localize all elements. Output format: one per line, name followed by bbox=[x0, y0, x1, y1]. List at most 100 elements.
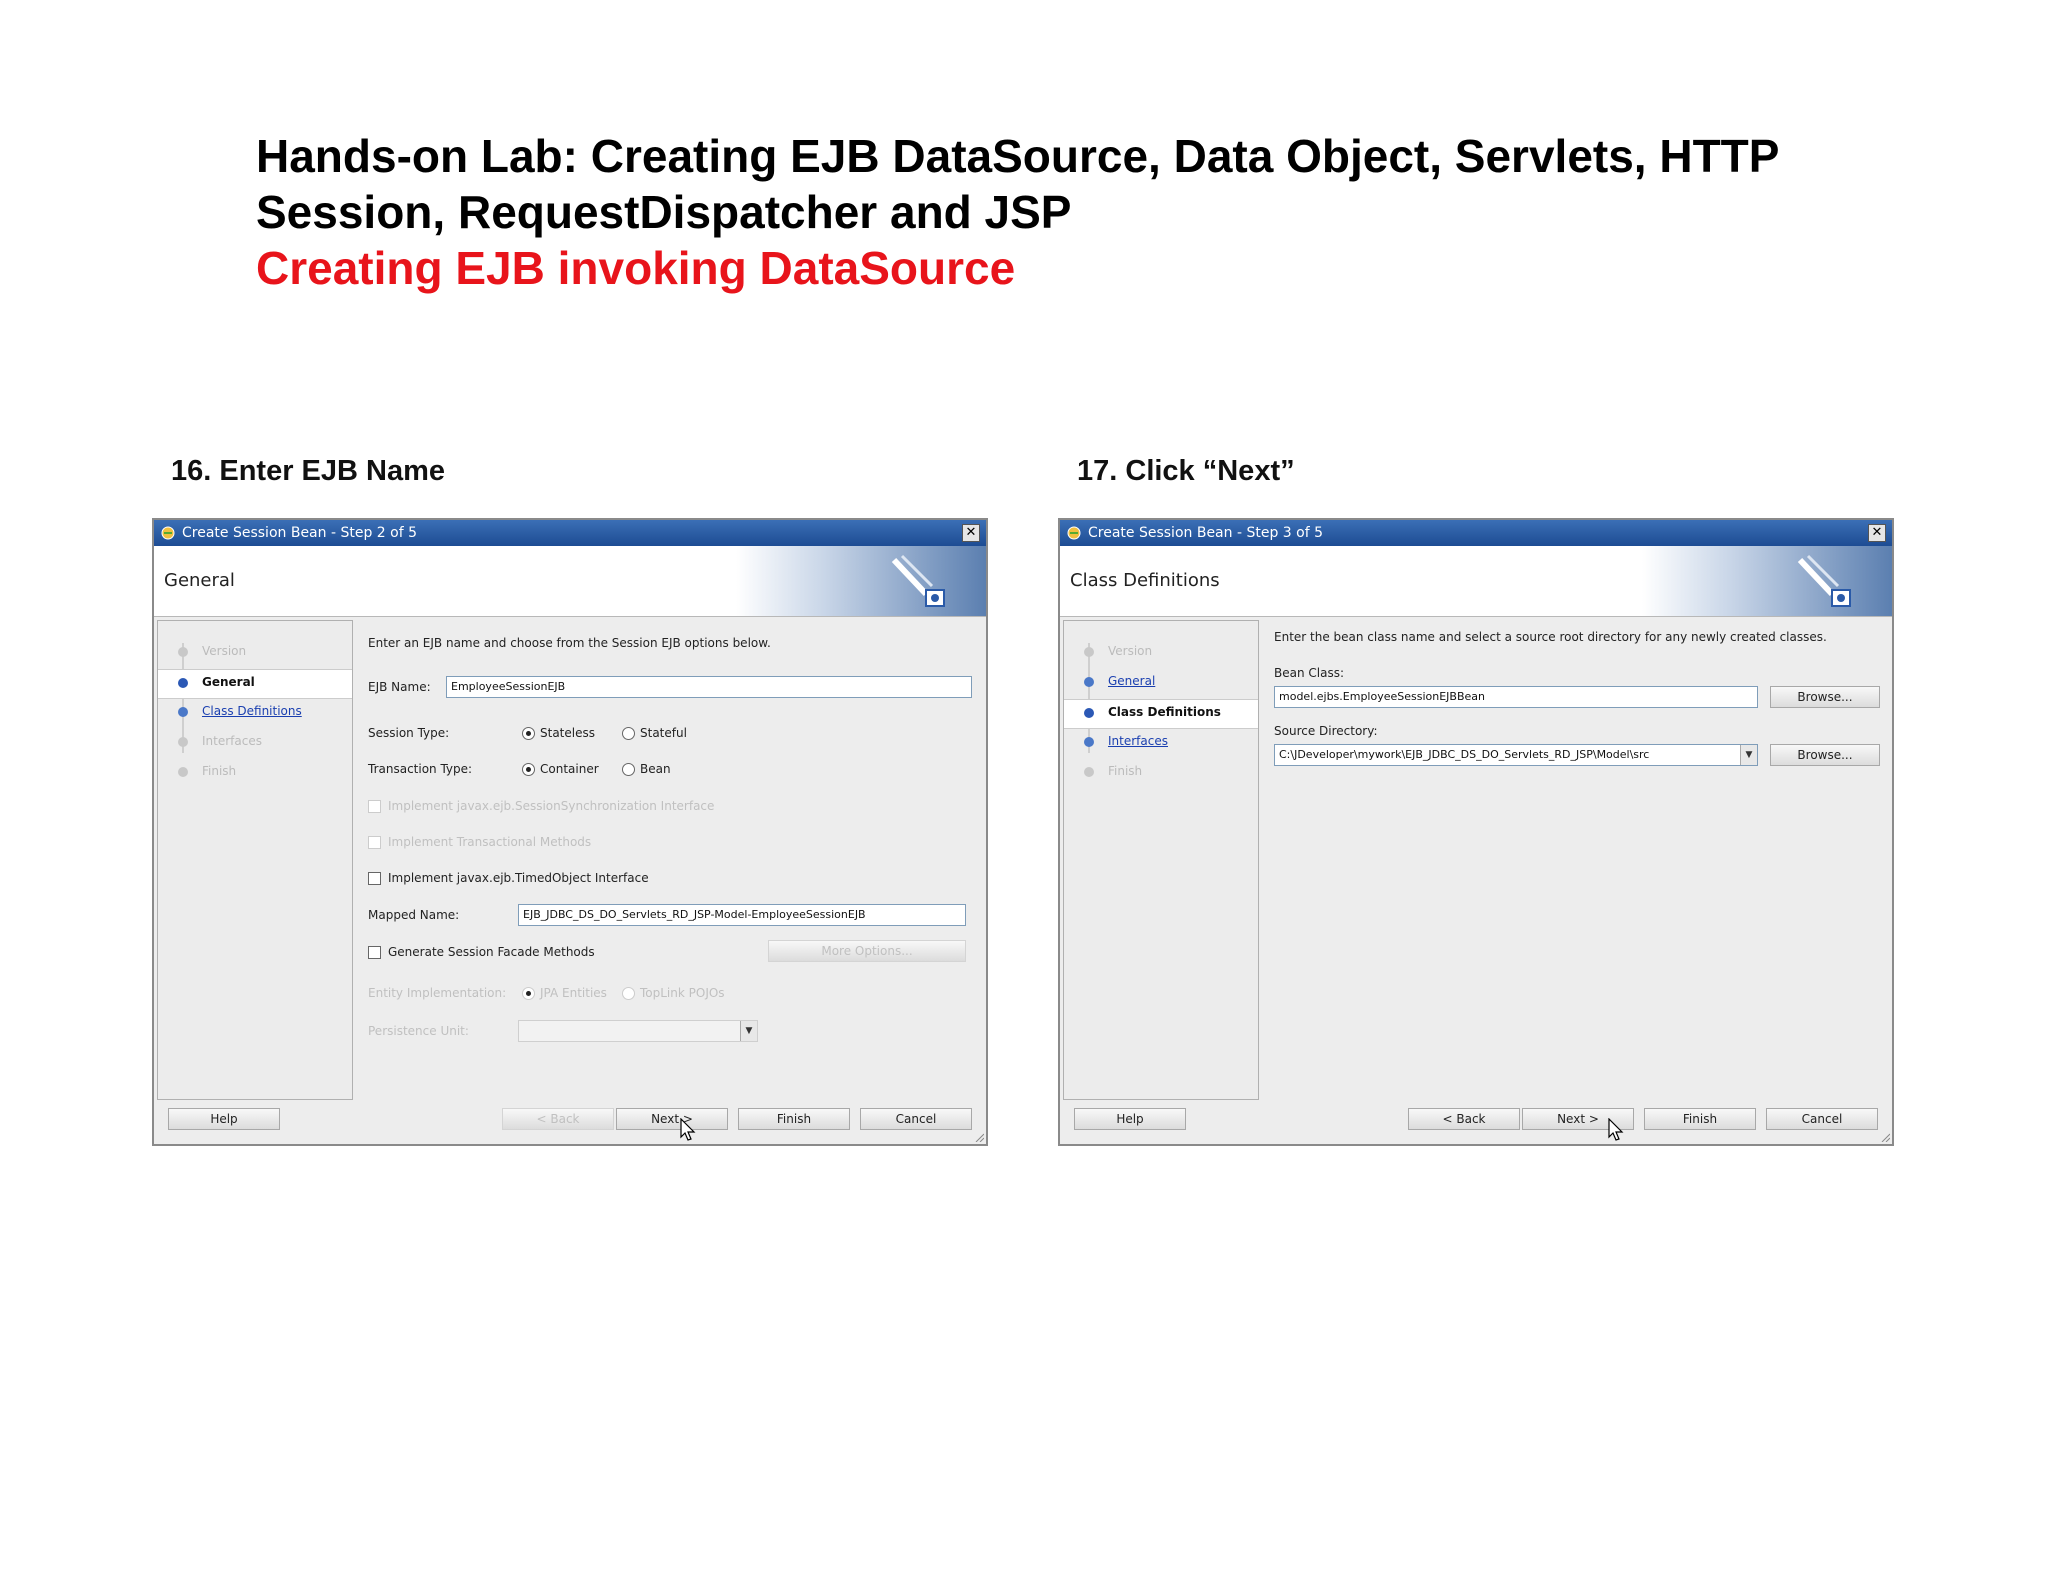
timed-object-label: Implement javax.ejb.TimedObject Interfac… bbox=[388, 871, 649, 885]
session-sync-label: Implement javax.ejb.SessionSynchronizati… bbox=[388, 799, 715, 813]
jpa-entities-radio[interactable] bbox=[522, 987, 535, 1000]
create-session-bean-dialog-step2: Create Session Bean - Step 2 of 5 ✕ Gene… bbox=[152, 518, 988, 1146]
nav-label: Interfaces bbox=[202, 734, 262, 748]
transactional-methods-checkbox[interactable] bbox=[368, 836, 381, 849]
stateful-label: Stateful bbox=[640, 726, 687, 740]
bean-class-label: Bean Class: bbox=[1274, 666, 1345, 680]
step-dot-icon bbox=[1084, 647, 1094, 657]
stateless-radio[interactable] bbox=[522, 727, 535, 740]
wizard-header: General bbox=[154, 546, 986, 617]
nav-label: Finish bbox=[1108, 764, 1143, 778]
back-button[interactable]: < Back bbox=[502, 1108, 614, 1130]
close-icon[interactable]: ✕ bbox=[1868, 524, 1886, 542]
step-dot-icon bbox=[1084, 677, 1094, 687]
mapped-name-input[interactable]: EJB_JDBC_DS_DO_Servlets_RD_JSP-Model-Emp… bbox=[518, 904, 966, 926]
browse-bean-class-button[interactable]: Browse... bbox=[1770, 686, 1880, 708]
title-line-1: Hands-on Lab: Creating EJB DataSource, D… bbox=[256, 130, 1780, 182]
step-dot-icon bbox=[178, 647, 188, 657]
nav-label: Version bbox=[1108, 644, 1153, 658]
cancel-button[interactable]: Cancel bbox=[860, 1108, 972, 1130]
chevron-down-icon[interactable]: ▼ bbox=[1740, 745, 1757, 765]
nav-label: Class Definitions bbox=[1108, 705, 1221, 719]
step-17-label: 17. Click “Next” bbox=[1077, 455, 1295, 487]
nav-item-class-definitions[interactable]: Class Definitions bbox=[1064, 699, 1258, 729]
browse-source-directory-button[interactable]: Browse... bbox=[1770, 744, 1880, 766]
toplink-pojos-radio[interactable] bbox=[622, 987, 635, 1000]
dialog-titlebar: Create Session Bean - Step 2 of 5 ✕ bbox=[154, 520, 986, 546]
nav-label: General bbox=[202, 675, 255, 689]
session-facade-checkbox[interactable] bbox=[368, 946, 381, 959]
step-dot-icon bbox=[178, 707, 188, 717]
app-icon bbox=[161, 526, 175, 540]
session-facade-label: Generate Session Facade Methods bbox=[388, 945, 595, 959]
step-dot-icon bbox=[178, 767, 188, 777]
more-options-button[interactable]: More Options... bbox=[768, 940, 966, 962]
bean-radio[interactable] bbox=[622, 763, 635, 776]
close-icon[interactable]: ✕ bbox=[962, 524, 980, 542]
wizard-content: Enter an EJB name and choose from the Se… bbox=[354, 620, 982, 1100]
finish-button[interactable]: Finish bbox=[738, 1108, 850, 1130]
timed-object-checkbox[interactable] bbox=[368, 872, 381, 885]
source-directory-select[interactable]: C:\JDeveloper\mywork\EJB_JDBC_DS_DO_Serv… bbox=[1274, 744, 1758, 766]
wizard-nav: Version General Class Definitions Interf… bbox=[1063, 620, 1259, 1100]
step-dot-icon bbox=[178, 737, 188, 747]
page-title: Hands-on Lab: Creating EJB DataSource, D… bbox=[256, 128, 1956, 296]
nav-item-general[interactable]: General bbox=[1064, 669, 1258, 697]
persistence-unit-select[interactable]: ▼ bbox=[518, 1020, 758, 1042]
help-button[interactable]: Help bbox=[1074, 1108, 1186, 1130]
intro-text: Enter the bean class name and select a s… bbox=[1274, 630, 1827, 644]
container-radio[interactable] bbox=[522, 763, 535, 776]
nav-item-interfaces: Interfaces bbox=[158, 729, 352, 757]
bean-label: Bean bbox=[640, 762, 671, 776]
nav-label: Finish bbox=[202, 764, 237, 778]
nav-item-interfaces[interactable]: Interfaces bbox=[1064, 729, 1258, 757]
nav-item-general[interactable]: General bbox=[158, 669, 352, 699]
section-subtitle: Creating EJB invoking DataSource bbox=[256, 242, 1016, 294]
help-button[interactable]: Help bbox=[168, 1108, 280, 1130]
stateless-label: Stateless bbox=[540, 726, 595, 740]
back-button[interactable]: < Back bbox=[1408, 1108, 1520, 1130]
resize-grip-icon[interactable] bbox=[974, 1132, 984, 1142]
container-label: Container bbox=[540, 762, 599, 776]
cancel-button[interactable]: Cancel bbox=[1766, 1108, 1878, 1130]
nav-label: Interfaces bbox=[1108, 734, 1168, 748]
wizard-nav: Version General Class Definitions Interf… bbox=[157, 620, 353, 1100]
transactional-methods-label: Implement Transactional Methods bbox=[388, 835, 592, 849]
source-directory-value: C:\JDeveloper\mywork\EJB_JDBC_DS_DO_Serv… bbox=[1279, 748, 1650, 761]
transaction-type-label: Transaction Type: bbox=[368, 762, 473, 776]
ejb-name-label: EJB Name: bbox=[368, 680, 431, 694]
nav-item-finish: Finish bbox=[158, 759, 352, 787]
step-dot-icon bbox=[178, 678, 188, 688]
wizard-page-title: General bbox=[164, 570, 235, 591]
chevron-down-icon: ▼ bbox=[740, 1021, 757, 1041]
next-button[interactable]: Next > bbox=[616, 1108, 728, 1130]
nav-item-finish: Finish bbox=[1064, 759, 1258, 787]
nav-label: Version bbox=[202, 644, 247, 658]
wizard-bean-icon bbox=[891, 554, 945, 607]
dialog-title: Create Session Bean - Step 3 of 5 bbox=[1088, 525, 1323, 541]
mouse-pointer-icon bbox=[680, 1118, 696, 1141]
title-line-2: Session, RequestDispatcher and JSP bbox=[256, 186, 1072, 238]
session-sync-checkbox[interactable] bbox=[368, 800, 381, 813]
nav-label: Class Definitions bbox=[202, 704, 302, 718]
nav-item-class-definitions[interactable]: Class Definitions bbox=[158, 699, 352, 727]
entity-implementation-label: Entity Implementation: bbox=[368, 986, 507, 1000]
persistence-unit-label: Persistence Unit: bbox=[368, 1024, 469, 1038]
wizard-header: Class Definitions bbox=[1060, 546, 1892, 617]
step-dot-icon bbox=[1084, 737, 1094, 747]
resize-grip-icon[interactable] bbox=[1880, 1132, 1890, 1142]
bean-class-input[interactable]: model.ejbs.EmployeeSessionEJBBean bbox=[1274, 686, 1758, 708]
wizard-content: Enter the bean class name and select a s… bbox=[1260, 620, 1888, 1100]
nav-label: General bbox=[1108, 674, 1156, 688]
ejb-name-input[interactable]: EmployeeSessionEJB bbox=[446, 676, 972, 698]
app-icon bbox=[1067, 526, 1081, 540]
dialog-titlebar: Create Session Bean - Step 3 of 5 ✕ bbox=[1060, 520, 1892, 546]
source-directory-label: Source Directory: bbox=[1274, 724, 1378, 738]
mapped-name-label: Mapped Name: bbox=[368, 908, 460, 922]
stateful-radio[interactable] bbox=[622, 727, 635, 740]
session-type-label: Session Type: bbox=[368, 726, 450, 740]
jpa-entities-label: JPA Entities bbox=[540, 986, 607, 1000]
wizard-page-title: Class Definitions bbox=[1070, 570, 1220, 591]
finish-button[interactable]: Finish bbox=[1644, 1108, 1756, 1130]
nav-item-version: Version bbox=[1064, 639, 1258, 667]
